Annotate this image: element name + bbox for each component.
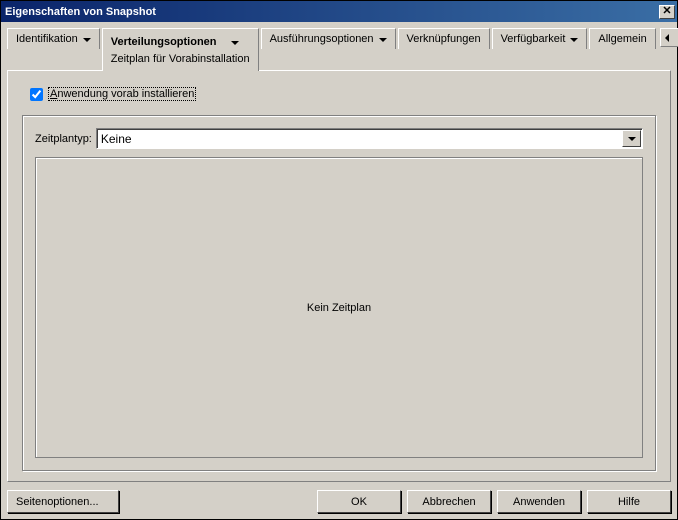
button-label: OK <box>351 496 367 508</box>
apply-button[interactable]: Anwenden <box>497 490 581 513</box>
schedule-plan-empty-text: Kein Zeitplan <box>307 302 371 314</box>
help-button[interactable]: Hilfe <box>587 490 671 513</box>
schedule-group: Zeitplantyp: Keine Kein Zeitplan <box>22 115 656 471</box>
tab-links[interactable]: Verknüpfungen <box>398 28 490 49</box>
titlebar: Eigenschaften von Snapshot ✕ <box>1 1 677 22</box>
tab-scroll-arrows <box>660 28 678 47</box>
tab-sublabel: Zeitplan für Vorabinstallation <box>111 53 250 65</box>
tab-scroll-left[interactable] <box>661 29 674 46</box>
chevron-down-icon <box>231 41 239 45</box>
preinstall-checkbox[interactable] <box>30 88 43 101</box>
chevron-down-icon <box>83 38 91 42</box>
button-label: Seitenoptionen... <box>16 496 99 508</box>
schedule-plan-area: Kein Zeitplan <box>35 157 643 458</box>
tab-distribution-options[interactable]: Verteilungsoptionen Zeitplan für Vorabin… <box>102 28 259 71</box>
tab-label: Identifikation <box>16 33 78 45</box>
schedule-type-row: Zeitplantyp: Keine <box>35 128 643 149</box>
schedule-type-label: Zeitplantyp: <box>35 133 92 145</box>
dialog-window: Eigenschaften von Snapshot ✕ Identifikat… <box>0 0 678 520</box>
preinstall-label[interactable]: Anwendung vorab installieren <box>48 87 196 101</box>
tab-identification[interactable]: Identifikation <box>7 28 100 49</box>
close-button[interactable]: ✕ <box>659 5 675 19</box>
schedule-type-combo[interactable]: Keine <box>96 128 643 149</box>
tab-label: Allgemein <box>598 33 646 45</box>
cancel-button[interactable]: Abbrechen <box>407 490 491 513</box>
tab-page: Anwendung vorab installieren Zeitplantyp… <box>7 70 671 482</box>
tabstrip-row: Identifikation Verteilungsoptionen Zeitp… <box>7 28 671 70</box>
ok-button[interactable]: OK <box>317 490 401 513</box>
button-label: Hilfe <box>618 496 640 508</box>
page-options-button[interactable]: Seitenoptionen... <box>7 490 119 513</box>
tab-availability[interactable]: Verfügbarkeit <box>492 28 588 49</box>
window-title: Eigenschaften von Snapshot <box>5 6 659 18</box>
chevron-down-icon <box>379 38 387 42</box>
tab-scroll-right[interactable] <box>674 29 678 46</box>
chevron-down-icon <box>570 38 578 42</box>
close-icon: ✕ <box>662 6 671 17</box>
tab-label: Ausführungsoptionen <box>270 33 374 45</box>
tab-label: Verknüpfungen <box>407 33 481 45</box>
tab-label: Verteilungsoptionen <box>111 36 217 48</box>
tab-execution-options[interactable]: Ausführungsoptionen <box>261 28 396 49</box>
button-label: Abbrechen <box>422 496 475 508</box>
preinstall-row: Anwendung vorab installieren <box>30 87 656 101</box>
dialog-button-row: Seitenoptionen... OK Abbrechen Anwenden … <box>7 482 671 513</box>
spacer <box>125 490 311 513</box>
tab-label: Verfügbarkeit <box>501 33 566 45</box>
client-area: Identifikation Verteilungsoptionen Zeitp… <box>1 22 677 519</box>
tabstrip: Identifikation Verteilungsoptionen Zeitp… <box>7 28 658 70</box>
chevron-down-icon[interactable] <box>622 130 641 147</box>
tab-general[interactable]: Allgemein <box>589 28 655 49</box>
button-label: Anwenden <box>513 496 565 508</box>
schedule-type-value: Keine <box>97 129 621 148</box>
